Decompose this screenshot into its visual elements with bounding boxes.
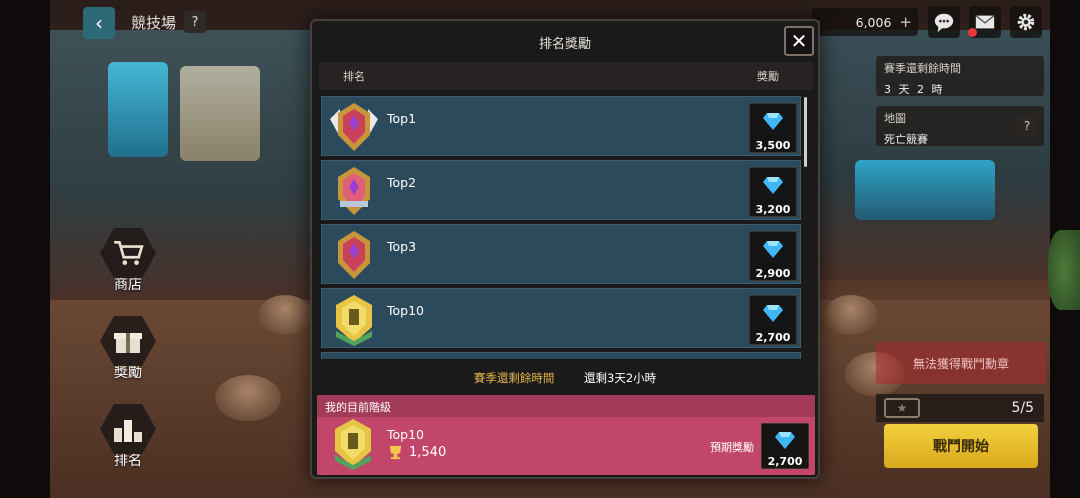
gem-icon <box>763 241 783 258</box>
popcorn-poster <box>180 66 260 161</box>
my-points-value: 1,540 <box>409 445 447 460</box>
reward-amount: 3,500 <box>755 139 791 152</box>
trophy-icon <box>389 445 402 460</box>
column-header: 排名 獎勵 <box>319 62 813 90</box>
season-time-title: 賽季還剩餘時間 <box>884 62 961 75</box>
rank-column-label: 排名 <box>343 70 365 83</box>
close-button[interactable]: ✕ <box>784 26 814 56</box>
left-screen <box>108 62 168 157</box>
podium-icon <box>100 404 156 454</box>
reward-box: 3,500 <box>749 103 797 153</box>
my-points: 1,540 <box>387 445 446 460</box>
page-title: 競技場 <box>131 14 177 32</box>
mail-icon <box>975 15 995 29</box>
season-remaining-label: 賽季還剩餘時間 <box>473 371 555 385</box>
expected-reward-amount: 2,700 <box>767 455 803 468</box>
add-gems-button[interactable]: + <box>899 13 912 31</box>
my-rank-panel: 我的目前階級 Top10 1,540 預期獎勵 2,700 <box>317 395 815 475</box>
season-time-value: 3 天 2 時 <box>884 83 945 96</box>
ticket-counter: ★ 5/5 <box>876 394 1044 422</box>
map-title: 地圖 <box>884 112 906 125</box>
help-button[interactable]: ? <box>184 11 206 33</box>
map-value: 死亡競賽 <box>884 133 928 146</box>
reward-amount: 2,900 <box>755 267 791 280</box>
reward-box: 3,200 <box>749 167 797 217</box>
rank-label: Top3 <box>387 239 417 254</box>
ticket-icon: ★ <box>884 398 920 418</box>
cart-icon <box>100 228 156 278</box>
stool <box>215 375 281 421</box>
season-remaining-value: 還剩3天2小時 <box>584 371 657 385</box>
settings-button[interactable] <box>1010 6 1042 38</box>
gear-icon <box>1017 13 1035 31</box>
reward-amount: 3,200 <box>755 203 791 216</box>
emblem-icon <box>338 231 370 279</box>
modal-title: 排名獎勵 <box>538 37 591 52</box>
rank-label: Top2 <box>387 175 417 190</box>
reward-amount: 2,700 <box>755 331 791 344</box>
gem-icon <box>763 305 783 322</box>
chat-icon <box>934 13 954 33</box>
side-item-ranking[interactable]: 排名 <box>97 404 159 470</box>
side-item-shop[interactable]: 商店 <box>97 228 159 294</box>
gem-icon <box>763 113 783 130</box>
chat-button[interactable] <box>928 6 960 38</box>
stool <box>258 295 312 335</box>
season-time-panel: 賽季還剩餘時間 3 天 2 時 <box>876 56 1044 96</box>
left-letterbox <box>0 0 50 498</box>
season-remaining: 賽季還剩餘時間 還剩3天2小時 <box>312 370 818 386</box>
expected-reward-box: 2,700 <box>761 423 809 469</box>
reward-row: Top1 3,500 <box>321 96 801 156</box>
stool <box>824 295 878 335</box>
reward-row: Top10 2,700 <box>321 288 801 348</box>
emblem-icon <box>330 103 378 151</box>
reward-list[interactable]: Top1 3,500 Top2 3,200 Top3 2,900 Top10 2… <box>321 94 809 359</box>
medal-warning: 無法獲得戰鬥勳章 <box>876 342 1046 384</box>
back-button[interactable]: ‹ <box>83 7 115 39</box>
rank-label: Top10 <box>387 303 424 318</box>
gem-balance[interactable]: 6,006 + <box>812 8 918 36</box>
map-help-button[interactable]: ? <box>1017 116 1037 136</box>
plant <box>1048 230 1080 310</box>
reward-box: 2,700 <box>749 295 797 345</box>
emblem-icon <box>335 419 371 470</box>
reward-column-label: 獎勵 <box>757 70 779 83</box>
expected-reward-label: 預期獎勵 <box>710 441 754 454</box>
ticket-count: 5/5 <box>1011 400 1034 416</box>
list-scrollbar[interactable] <box>804 97 807 167</box>
right-screen <box>855 160 995 220</box>
side-item-rewards[interactable]: 獎勵 <box>97 316 159 382</box>
emblem-icon <box>336 295 372 346</box>
reward-row <box>321 352 801 359</box>
my-rank-header: 我的目前階級 <box>317 395 815 417</box>
rank-label: Top1 <box>387 111 417 126</box>
gem-icon <box>775 432 795 449</box>
reward-box: 2,900 <box>749 231 797 281</box>
my-rank-label: Top10 <box>387 427 424 442</box>
gem-count: 6,006 <box>855 14 892 30</box>
gem-icon <box>763 177 783 194</box>
start-battle-button[interactable]: 戰鬥開始 <box>884 424 1038 468</box>
ranking-rewards-modal: 排名獎勵 ✕ 排名 獎勵 Top1 3,500 Top2 3,200 Top3 … <box>310 19 820 479</box>
gift-icon <box>100 316 156 366</box>
reward-row: Top3 2,900 <box>321 224 801 284</box>
notification-dot <box>968 28 977 37</box>
reward-row: Top2 3,200 <box>321 160 801 220</box>
emblem-icon <box>338 167 370 215</box>
back-arrow-icon: ‹ <box>95 11 103 35</box>
close-icon: ✕ <box>790 29 808 53</box>
